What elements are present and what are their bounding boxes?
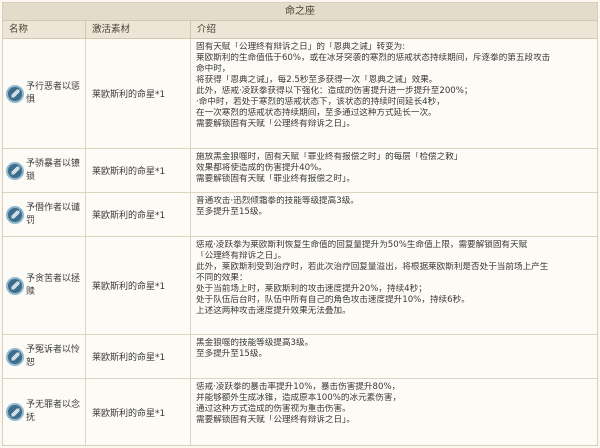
constellation-name-line: 罚 — [26, 215, 36, 226]
constellation-name-line: 锁 — [26, 171, 36, 182]
description-line: 在一次寒烈的惩戒状态持续期间，至多通过这种方式延长一次。 — [196, 108, 437, 118]
constellation-description: 惩戒·凌跃拳为莱欧斯利恢复生命值的回复量提升为50%生命值上限，需要解锁固有天赋… — [191, 237, 597, 334]
constellation-name-cell: 予行恶者以惩惧 — [3, 39, 86, 148]
header-desc: 介绍 — [197, 24, 217, 35]
constellation-name: 予无罪者以念抚 — [26, 399, 80, 425]
constellation-name-line: 恕 — [26, 357, 36, 368]
hydro-constellation-icon — [6, 161, 24, 180]
header-name: 名称 — [3, 21, 86, 38]
description-line: 此外，莱欧斯利受到治疗时，若此次治疗回复量溢出，将根据莱欧斯利是否处于当前场上产… — [196, 262, 549, 272]
description-line: 固有天赋「公理终有辩诉之日」的「恩典之诫」转变为: — [196, 42, 406, 52]
constellation-name-cell: 予无罪者以念抚 — [3, 379, 86, 445]
constellation-name-line: 抚 — [26, 413, 36, 423]
hydro-constellation-icon — [6, 403, 24, 421]
table-row: 予冤诉者以怜恕莱欧斯利的命星*1 黑金狼噬的技能等级提高3级。 至多提升至15级。 — [3, 335, 597, 379]
constellation-name: 予冤诉者以怜恕 — [26, 344, 80, 370]
hydro-constellation-icon — [6, 205, 24, 224]
constellation-name-line: 赎 — [26, 286, 36, 297]
table-row: 予骄暴者以镣锁莱欧斯利的命星*1 施放黑金狼噬时，固有天赋「罪业终有报偿之时」的每… — [3, 149, 597, 193]
header-material: 激活素材 — [86, 21, 191, 38]
table-body: 予行恶者以惩惧莱欧斯利的命星*1 固有天赋「公理终有辩诉之日」的「恩典之诫」转变为… — [3, 39, 597, 445]
table-row: 予行恶者以惩惧莱欧斯利的命星*1 固有天赋「公理终有辩诉之日」的「恩典之诫」转变为… — [3, 39, 597, 149]
constellation-description: 黑金狼噬的技能等级提高3级。 至多提升至15级。 — [191, 335, 597, 378]
description-line: 惩戒·凌跃拳的暴击率提升10%，暴击伤害提升80%， — [196, 382, 401, 392]
description-line: ·命中时，若处于寒烈的惩戒状态下，该状态的持续时间延长4秒， — [196, 97, 445, 107]
table-row: 予贪苦者以拯赎莱欧斯利的命星*1 惩戒·凌跃拳为莱欧斯利恢复生命值的回复量提升为5… — [3, 237, 597, 335]
constellation-name-line: 予冤诉者以怜 — [26, 344, 81, 355]
description-line: 处于当前场上时，莱欧斯利的攻击速度提升20%，持续4秒； — [196, 284, 427, 294]
description-line: 莱欧斯利的生命值低于60%，或在冰牙突袭的寒烈的惩戒状态持续期间，斥逐拳的第五段… — [196, 53, 551, 63]
constellation-name-line: 予骄暴者以镣 — [26, 158, 81, 169]
constellation-description: 固有天赋「公理终有辩诉之日」的「恩典之诫」转变为: 莱欧斯利的生命值低于60%，或… — [191, 39, 597, 148]
description-line: 至多提升至15级。 — [196, 349, 268, 359]
hydro-constellation-icon — [6, 84, 24, 103]
table-header: 名称 激活素材 介绍 — [3, 21, 597, 39]
table-row: 予无罪者以念抚莱欧斯利的命星*1 惩戒·凌跃拳的暴击率提升10%，暴击伤害提升80… — [3, 379, 597, 445]
description-line: 通过这种方式造成的伤害视为重击伤害。 — [196, 404, 351, 414]
constellation-name: 予贪苦者以拯赎 — [26, 273, 80, 299]
activation-material: 莱欧斯利的命星*1 — [86, 193, 191, 236]
constellation-name-line: 予无罪者以念 — [26, 400, 81, 410]
activation-material: 莱欧斯利的命星*1 — [86, 39, 191, 148]
constellation-description: 惩戒·凌跃拳的暴击率提升10%，暴击伤害提升80%， 并能够额外生成冰锥，造成原本… — [191, 379, 597, 445]
description-line: 惩戒·凌跃拳为莱欧斯利恢复生命值的回复量提升为50%生命值上限，需要解锁固有天赋 — [196, 240, 528, 250]
description-line: 普通攻击·迅烈倾霜拳的技能等级提高3级。 — [196, 196, 359, 206]
constellation-name-cell: 予贪苦者以拯赎 — [3, 237, 86, 334]
activation-material: 莱欧斯利的命星*1 — [86, 335, 191, 378]
constellation-name-cell: 予骄暴者以镣锁 — [3, 149, 86, 192]
description-line: 不同的效果： — [196, 273, 248, 283]
description-line: 施放黑金狼噬时，固有天赋「罪业终有报偿之时」的每层「检偿之敕」 — [196, 152, 463, 162]
table-title: 命之座 — [3, 3, 597, 21]
constellation-description: 普通攻击·迅烈倾霜拳的技能等级提高3级。 至多提升至15级。 — [191, 193, 597, 236]
activation-material: 莱欧斯利的命星*1 — [86, 149, 191, 192]
description-line: 并能够额外生成冰锥，造成原本100%的冰元素伤害， — [196, 393, 402, 403]
hydro-constellation-icon — [6, 276, 24, 295]
constellation-description: 施放黑金狼噬时，固有天赋「罪业终有报偿之时」的每层「检偿之敕」 效果都将使造成的伤… — [191, 149, 597, 192]
description-line: 黑金狼噬的技能等级提高3级。 — [196, 338, 314, 348]
description-line: 至多提升至15级。 — [196, 207, 268, 217]
constellation-name: 予行恶者以惩惧 — [26, 81, 80, 107]
activation-material: 莱欧斯利的命星*1 — [86, 237, 191, 334]
description-line: 需要解锁固有天赋「公理终有辩诉之日」。 — [196, 119, 355, 129]
hydro-constellation-icon — [6, 347, 24, 366]
constellation-name-line: 惧 — [26, 94, 36, 105]
constellation-table: 命之座 名称 激活素材 介绍 予行恶者以惩惧莱欧斯利的命星*1 固有天赋「公理终有… — [2, 2, 598, 446]
constellation-name-cell: 予僭作者以谴罚 — [3, 193, 86, 236]
constellation-name-line: 予行恶者以惩 — [26, 81, 81, 92]
description-line: 上述这两种攻击速度提升效果无法叠加。 — [196, 306, 351, 316]
activation-material: 莱欧斯利的命星*1 — [86, 379, 191, 445]
description-line: 处于队伍后台时，队伍中所有自己的角色攻击速度提升10%，持续6秒。 — [196, 295, 470, 305]
description-line: 「公理终有辩诉之日」。 — [196, 251, 287, 261]
constellation-name-line: 予贪苦者以拯 — [26, 273, 81, 284]
description-line: 需要解锁固有天赋「罪业终有报偿之时」。 — [196, 174, 355, 184]
description-line: 效果都将使造成的伤害提升40%。 — [196, 163, 327, 173]
constellation-name: 予骄暴者以镣锁 — [26, 158, 80, 184]
description-line: 需要解锁固有天赋「公理终有辩诉之日」。 — [196, 415, 355, 425]
description-line: 命中时， — [196, 64, 231, 74]
constellation-name-line: 予僭作者以谴 — [26, 202, 81, 213]
table-row: 予僭作者以谴罚莱欧斯利的命星*1 普通攻击·迅烈倾霜拳的技能等级提高3级。 至多提升… — [3, 193, 597, 237]
description-line: 将获得「恩典之诫」，每2.5秒至多获得一次「恩典之诫」效果。 — [196, 75, 438, 85]
constellation-name-cell: 予冤诉者以怜恕 — [3, 335, 86, 378]
constellation-name: 予僭作者以谴罚 — [26, 202, 80, 228]
description-line: 此外，惩戒·凌跃拳获得以下强化：造成的伤害提升进一步提升至200%； — [196, 86, 473, 96]
